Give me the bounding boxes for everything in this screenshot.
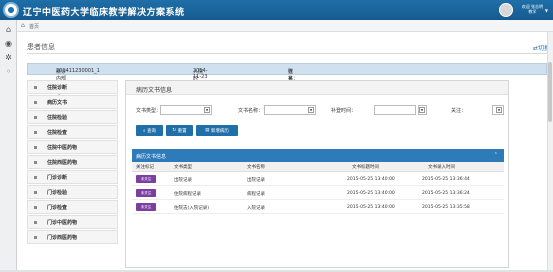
records-table-title: 病历文书信息 ⌃ [132, 149, 504, 162]
table-row[interactable]: 未关注 住院病程记录 病程记录 2015-05-25 13:40:00 2015… [132, 187, 504, 200]
nav-item-outpatient-lab[interactable]: 门诊检验 [27, 185, 118, 199]
cell-doc-type: 住院志(入院记录) [174, 206, 210, 211]
scrollbar[interactable] [547, 32, 553, 270]
cell-title-time: 2015-05-25 13:40:00 [347, 177, 395, 182]
attention-tag[interactable]: 未关注 [136, 189, 156, 197]
nav-item-inpatient-tcm[interactable]: 住院中医药物 [27, 140, 118, 154]
bullet-icon [34, 190, 37, 194]
main-content: 患者信息 ⇄切换 就诊内部序号：201411230001_1 入院时间：2014… [17, 32, 553, 270]
start-date-picker[interactable]: ▼ [418, 105, 427, 115]
nav-item-outpatient-exam[interactable]: 门诊检查 [27, 200, 118, 214]
column-header: 文书类型 [174, 165, 192, 170]
nav-item-outpatient-diagnosis[interactable]: 门诊诊断 [27, 170, 118, 184]
add-record-button[interactable]: ▤ 新增病历 [196, 125, 238, 136]
column-header: 关注标记 [136, 165, 154, 170]
avatar[interactable] [499, 3, 513, 17]
nav-item-inpatient-exam[interactable]: 住院检查 [27, 125, 118, 139]
bullet-icon [34, 220, 37, 224]
bullet-icon [34, 115, 37, 119]
attention-tag[interactable]: 未关注 [136, 203, 156, 211]
chevron-down-icon: ▼ [419, 107, 425, 113]
chevron-down-icon: ▼ [496, 107, 502, 113]
column-header: 文书录入时间 [428, 165, 455, 170]
scrollbar-thumb[interactable] [548, 62, 552, 122]
app-title: 辽宁中医药大学临床教学解决方案系统 [23, 8, 185, 18]
gear-icon[interactable]: ✲ [3, 52, 14, 63]
bullet-icon [34, 175, 37, 179]
breadcrumb: ⌂ 首页 [17, 20, 553, 32]
cell-doc-type: 住院病程记录 [174, 192, 201, 197]
attention-select[interactable]: ▼ [492, 105, 504, 115]
top-header: 辽宁中医药大学临床教学解决方案系统 欢迎 张志明 教学 ▼ [0, 0, 553, 20]
cell-entry-time: 2015-05-25 13:35:58 [422, 205, 470, 210]
bullet-icon [34, 205, 37, 209]
bullet-icon [34, 160, 37, 164]
arrow-icon[interactable]: ◦ [3, 66, 14, 77]
page-title: 患者信息 [27, 43, 55, 51]
cell-doc-name[interactable]: 病程记录 [247, 191, 265, 197]
query-button[interactable]: ⌕ 查询 [136, 125, 163, 136]
cell-entry-time: 2015-05-25 13:36:44 [422, 177, 470, 182]
user-greeting[interactable]: 欢迎 张志明 教学 [522, 4, 543, 14]
doc-type-label: 文书类型： [136, 108, 162, 114]
nav-item-medical-records[interactable]: 病历文书 [27, 95, 118, 109]
cell-doc-name[interactable]: 出院记录 [247, 177, 265, 183]
nav-item-outpatient-western[interactable]: 门诊西医药物 [27, 230, 118, 244]
user-menu[interactable]: 欢迎 张志明 教学 ▼ [495, 0, 553, 20]
university-logo [3, 2, 19, 18]
doc-name-label: 文书名称： [238, 108, 264, 114]
attention-tag[interactable]: 未关注 [136, 175, 156, 183]
cell-doc-type: 出院记录 [174, 178, 192, 183]
refresh-icon: ↻ [172, 128, 177, 133]
icon-sidebar: ⌂ ◉ ✲ ◦ [0, 20, 17, 270]
cell-entry-time: 2015-05-25 13:36:24 [422, 191, 470, 196]
search-icon: ⌕ [143, 128, 146, 134]
table-header-row: 关注标记 文书类型 文书名称 文书标题时间 文书录入时间 [132, 162, 504, 172]
bullet-icon [34, 85, 37, 89]
panel-title: 病历文书信息 [126, 81, 508, 95]
patient-info-bar: 就诊内部序号：201411230001_1 入院时间：2014-11-23 姓名… [27, 63, 547, 96]
globe-icon[interactable]: ◉ [3, 38, 14, 49]
breadcrumb-current[interactable]: 首页 [29, 23, 39, 30]
nav-item-inpatient-western[interactable]: 住院西医药物 [27, 155, 118, 169]
table-row[interactable]: 未关注 出院记录 出院记录 2015-05-25 13:40:00 2015-0… [132, 173, 504, 186]
chevron-down-icon: ▼ [204, 107, 210, 113]
column-header: 文书标题时间 [352, 165, 379, 170]
divider [27, 53, 547, 54]
nav-item-inpatient-diagnosis[interactable]: 住院诊断 [27, 80, 118, 94]
home-icon[interactable]: ⌂ [21, 22, 25, 29]
bullet-icon [34, 130, 37, 134]
records-panel: 病历文书信息 文书类型： ▼ 文书名称： ▼ 补登时间： ▼ 关注： ▼ ⌕ 查… [125, 80, 509, 268]
chevron-down-icon: ▼ [308, 107, 314, 113]
start-time-input[interactable] [374, 105, 416, 115]
doc-type-select[interactable]: ▼ [160, 105, 212, 115]
time-label: 补登时间： [331, 108, 357, 114]
table-row[interactable]: 未关注 住院志(入院记录) 入院记录 2015-05-25 13:40:00 2… [132, 201, 504, 214]
doc-name-select[interactable]: ▼ [264, 105, 316, 115]
cell-doc-name[interactable]: 入院记录 [247, 205, 265, 211]
bullet-icon [34, 235, 37, 239]
attention-label: 关注： [451, 108, 467, 114]
collapse-icon[interactable]: ⌃ [494, 152, 498, 158]
column-header: 文书名称 [247, 165, 265, 170]
bullet-icon [34, 145, 37, 149]
home-icon[interactable]: ⌂ [3, 24, 14, 35]
bullet-icon [34, 100, 37, 104]
nav-item-inpatient-lab[interactable]: 住院检验 [27, 110, 118, 124]
document-icon: ▤ [205, 128, 210, 133]
cell-title-time: 2015-05-25 13:40:00 [347, 191, 395, 196]
nav-item-outpatient-tcm[interactable]: 门诊中医药物 [27, 215, 118, 229]
cell-title-time: 2015-05-25 13:40:00 [347, 205, 395, 210]
reset-button[interactable]: ↻ 重置 [166, 125, 193, 136]
user-role: 教学 [528, 9, 537, 14]
chevron-down-icon[interactable]: ▼ [545, 8, 548, 13]
